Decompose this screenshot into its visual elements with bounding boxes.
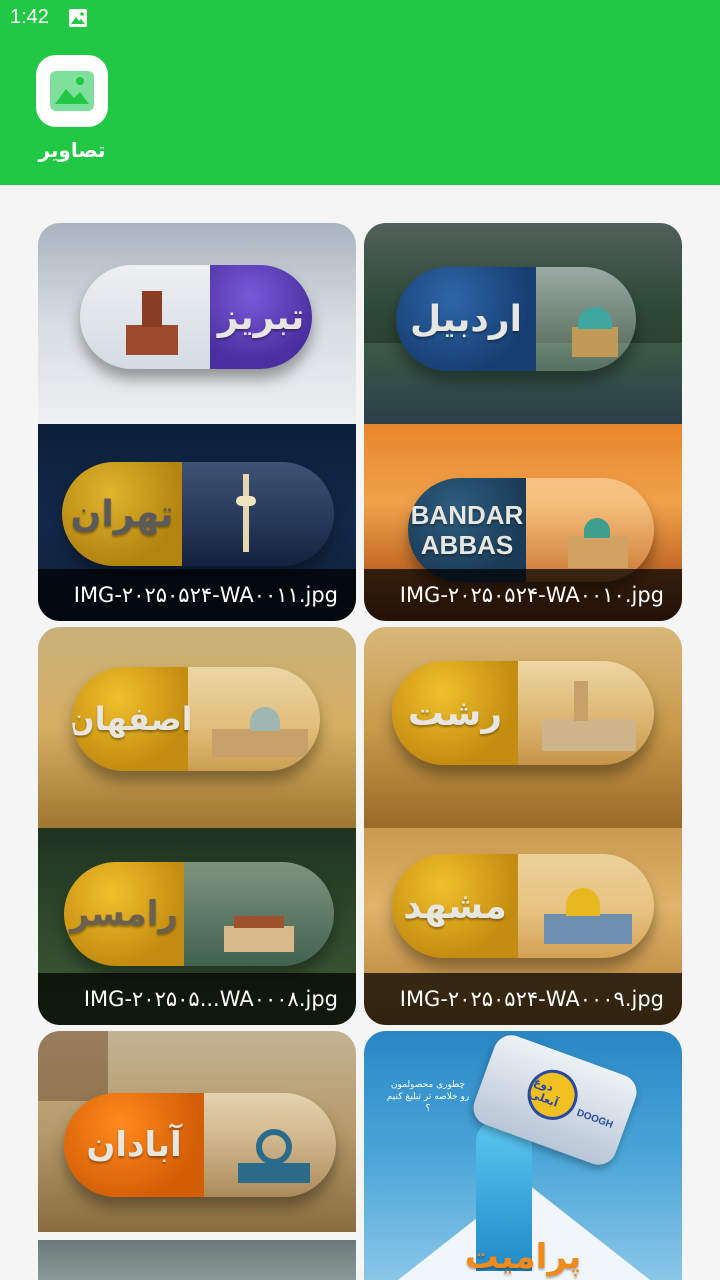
city-label: رامسر bbox=[69, 894, 179, 934]
pill-graphic: BANDAR ABBAS bbox=[408, 478, 654, 582]
city-label: اردبیل bbox=[410, 298, 522, 340]
brand-label: دوغ آبعلی bbox=[527, 1075, 560, 1110]
app-bar: تصاویر bbox=[0, 36, 720, 185]
city-label: مشهد bbox=[403, 885, 507, 927]
ad-title: پرامیت bbox=[464, 1237, 582, 1277]
building-illustration bbox=[542, 681, 636, 751]
pill-graphic: اصفهان bbox=[72, 667, 320, 771]
gate-illustration bbox=[234, 1119, 314, 1183]
city-label: رشت bbox=[407, 692, 503, 734]
building-illustration bbox=[122, 289, 182, 355]
image-filename: IMG-۲۰۲۵۰۵...WA۰۰۰۸.jpg bbox=[38, 973, 356, 1025]
city-label-line2: ABBAS bbox=[420, 530, 514, 560]
mosque-illustration bbox=[564, 305, 624, 357]
image-card[interactable]: اصفهان رامسر IMG-۲۰۲۵۰۵...WA۰۰۰۸.jpg bbox=[38, 627, 356, 1025]
pill-graphic: مشهد bbox=[392, 854, 654, 958]
image-thumbnail: تبریز bbox=[38, 223, 356, 424]
app-title: تصاویر bbox=[38, 138, 106, 162]
mosque-illustration bbox=[558, 508, 638, 568]
gallery-icon bbox=[50, 71, 94, 111]
image-card[interactable]: آبادان bbox=[38, 1031, 356, 1280]
image-card[interactable]: چطوری محصولمون رو خلاصه تر تبلیغ کنیم ؟ … bbox=[364, 1031, 682, 1280]
image-thumbnail: اصفهان bbox=[38, 627, 356, 828]
status-time: 1:42 bbox=[10, 6, 49, 28]
image-filename: IMG-۲۰۲۵۰۵۲۴-WA۰۰۰۹.jpg bbox=[364, 973, 682, 1025]
pill-graphic: رشت bbox=[392, 661, 654, 765]
ad-slogan: چطوری محصولمون رو خلاصه تر تبلیغ کنیم ؟ bbox=[386, 1080, 470, 1114]
city-label: تبریز bbox=[217, 296, 305, 338]
image-thumbnail: اردبیل bbox=[364, 223, 682, 424]
brand-label-en: DOOGH bbox=[575, 1107, 615, 1131]
pill-graphic: تبریز bbox=[80, 265, 312, 369]
pill-graphic: تهران bbox=[62, 462, 334, 566]
city-label: تهران bbox=[70, 493, 174, 535]
mosque-illustration bbox=[212, 695, 308, 757]
shrine-illustration bbox=[540, 874, 636, 944]
image-card[interactable]: رشت مشهد IMG-۲۰۲۵۰۵۲۴-WA۰۰۰۹.jpg bbox=[364, 627, 682, 1025]
image-filename: IMG-۲۰۲۵۰۵۲۴-WA۰۰۱۰.jpg bbox=[364, 569, 682, 621]
image-filename: IMG-۲۰۲۵۰۵۲۴-WA۰۰۱۱.jpg bbox=[38, 569, 356, 621]
image-card[interactable]: تبریز تهران IMG-۲۰۲۵۰۵۲۴-WA۰۰۱۱.jpg bbox=[38, 223, 356, 621]
pill-graphic: آبادان bbox=[64, 1093, 336, 1197]
image-card[interactable]: اردبیل BANDAR ABBAS IMG-۲۰۲۵۰۵۲۴-WA۰۰۱۰.… bbox=[364, 223, 682, 621]
image-thumbnail: آبادان bbox=[38, 1031, 356, 1232]
pill-graphic: رامسر bbox=[64, 862, 334, 966]
image-thumbnail: رشت bbox=[364, 627, 682, 828]
image-thumbnail bbox=[38, 1240, 356, 1280]
status-bar: 1:42 bbox=[0, 0, 720, 36]
city-label: اصفهان bbox=[72, 700, 193, 738]
gallery-app-icon[interactable] bbox=[36, 55, 108, 127]
image-notification-icon bbox=[69, 9, 87, 27]
city-label: آبادان bbox=[86, 1125, 182, 1165]
tower-illustration bbox=[226, 472, 266, 552]
city-label-line1: BANDAR bbox=[410, 500, 524, 530]
pill-graphic: اردبیل bbox=[396, 267, 636, 371]
palace-illustration bbox=[224, 912, 294, 952]
